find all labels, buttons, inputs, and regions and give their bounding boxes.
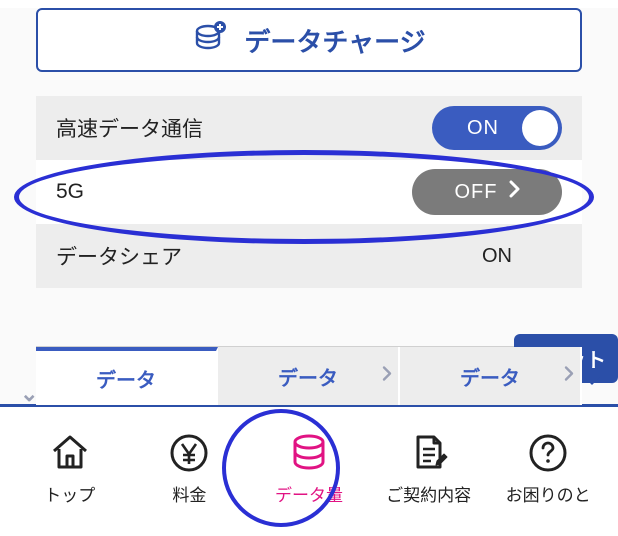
tab-data-2[interactable]: データ — [400, 347, 582, 405]
chevron-right-icon — [382, 365, 392, 388]
highspeed-toggle[interactable]: ON — [432, 106, 562, 150]
question-circle-icon — [526, 431, 570, 475]
setting-row-datashare: データシェア ON — [36, 224, 582, 288]
five-g-state: OFF — [455, 181, 498, 204]
nav-label: ご契約内容 — [386, 481, 471, 506]
tab-data-0[interactable]: ⌄ データ — [36, 347, 218, 405]
tab-data-1[interactable]: データ — [218, 347, 400, 405]
nav-fee[interactable]: 料金 — [130, 431, 250, 506]
home-icon — [48, 431, 92, 475]
highspeed-toggle-state: ON — [467, 117, 499, 140]
highspeed-label: 高速データ通信 — [56, 113, 203, 143]
setting-row-5g[interactable]: 5G OFF — [36, 160, 582, 224]
tab-label: データ — [278, 362, 338, 391]
settings-content: データチャージ 高速データ通信 ON 5G OFF データシェア ON チャット… — [0, 8, 618, 404]
nav-label: データ量 — [275, 481, 343, 506]
tabs-wrap: チャット ⌄ データ データ データ — [36, 346, 582, 404]
nav-help[interactable]: お困りのと — [488, 431, 608, 506]
nav-label: トップ — [44, 481, 95, 506]
chevron-right-icon — [508, 180, 520, 204]
nav-label: お困りのと — [506, 481, 591, 506]
five-g-off-pill[interactable]: OFF — [412, 169, 562, 215]
chevron-down-icon: ⌄ — [20, 381, 38, 407]
yen-circle-icon — [167, 431, 211, 475]
datashare-state: ON — [482, 245, 562, 268]
document-pen-icon — [407, 431, 451, 475]
toggle-knob-icon — [522, 110, 558, 146]
tab-label: データ — [460, 362, 520, 391]
five-g-label: 5G — [56, 180, 84, 204]
nav-top[interactable]: トップ — [10, 431, 130, 506]
nav-data[interactable]: データ量 — [249, 431, 369, 506]
coin-stack-plus-icon — [192, 19, 228, 62]
tab-label: データ — [96, 364, 156, 393]
nav-contract[interactable]: ご契約内容 — [369, 431, 489, 506]
setting-row-highspeed: 高速データ通信 ON — [36, 96, 582, 160]
chevron-right-icon — [564, 365, 574, 388]
datashare-label: データシェア — [56, 241, 182, 271]
data-charge-button[interactable]: データチャージ — [36, 8, 582, 72]
database-icon — [287, 431, 331, 475]
data-charge-label: データチャージ — [244, 22, 425, 59]
nav-label: 料金 — [172, 481, 206, 506]
bottom-nav: トップ 料金 データ量 ご契 — [0, 407, 618, 529]
